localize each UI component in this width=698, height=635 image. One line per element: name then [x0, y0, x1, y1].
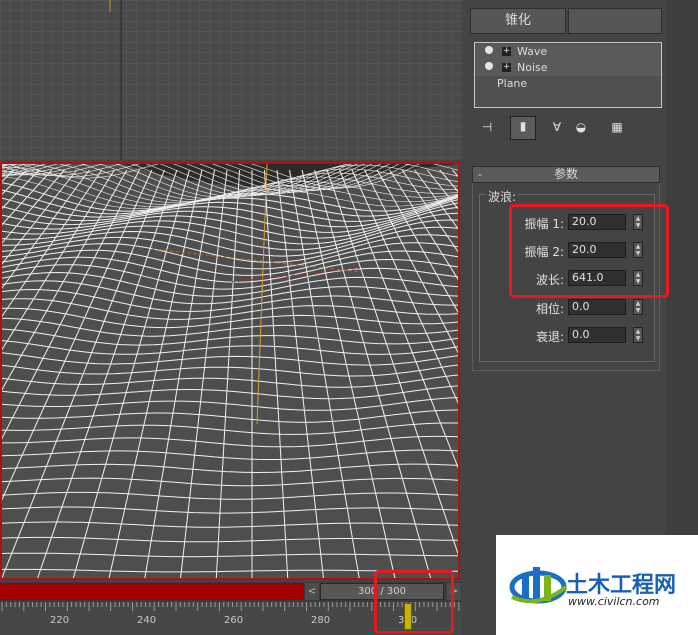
watermark: 土木工程网 www.civilcn.com — [496, 535, 698, 635]
lightbulb-icon[interactable] — [485, 62, 493, 70]
expand-plus-icon[interactable]: + — [502, 47, 511, 56]
tick-label: 240 — [137, 615, 157, 626]
phase-field[interactable]: 0.0 — [568, 299, 626, 315]
watermark-url: www.civilcn.com — [568, 595, 660, 608]
rollout-title: 参数 — [553, 167, 578, 181]
previous-frame-button[interactable]: < — [305, 583, 319, 600]
show-end-result-icon[interactable]: ▮ — [510, 116, 536, 140]
stack-item-wave[interactable]: + Wave — [475, 44, 661, 60]
pin-stack-icon[interactable]: ⊣ — [480, 118, 494, 136]
group-title: 波浪: — [486, 188, 519, 205]
decay-spinner[interactable]: ▲ ▼ — [633, 327, 643, 343]
watermark-logo-icon — [509, 567, 568, 604]
tick-label: 260 — [224, 615, 244, 626]
stack-item-plane[interactable]: Plane — [475, 76, 661, 92]
stack-item-noise[interactable]: + Noise — [475, 60, 661, 76]
highlight-box-params — [509, 204, 669, 298]
stack-item-label: Wave — [517, 45, 548, 58]
stack-item-label: Noise — [517, 61, 548, 74]
wave-mesh-wireframe — [2, 164, 458, 578]
phase-label: 相位: — [535, 302, 564, 316]
modifier-set-button[interactable] — [568, 8, 662, 34]
tick-label: 220 — [50, 615, 70, 626]
remove-modifier-icon[interactable]: ◒ — [574, 118, 588, 136]
stack-item-label: Plane — [497, 77, 528, 90]
top-viewport[interactable] — [0, 0, 462, 160]
configure-modifier-sets-icon[interactable]: ▦ — [608, 118, 626, 136]
expand-plus-icon[interactable]: + — [502, 63, 511, 72]
highlight-box-timeline — [374, 570, 454, 634]
decay-field[interactable]: 0.0 — [568, 327, 626, 343]
modifier-list-button[interactable]: 锥化 — [470, 8, 566, 34]
parameters-rollout-header[interactable]: - 参数 — [472, 166, 660, 183]
top-viewport-grid — [0, 0, 462, 160]
lightbulb-icon[interactable] — [485, 46, 493, 54]
time-slider-progress — [0, 583, 304, 600]
tick-label: 280 — [311, 615, 331, 626]
phase-spinner[interactable]: ▲ ▼ — [633, 299, 643, 315]
perspective-viewport[interactable] — [0, 162, 460, 580]
decay-label: 衰退: — [535, 330, 564, 344]
make-unique-icon[interactable]: ∀ — [548, 118, 566, 136]
modifier-stack-list[interactable]: + Wave + Noise Plane — [474, 42, 662, 108]
